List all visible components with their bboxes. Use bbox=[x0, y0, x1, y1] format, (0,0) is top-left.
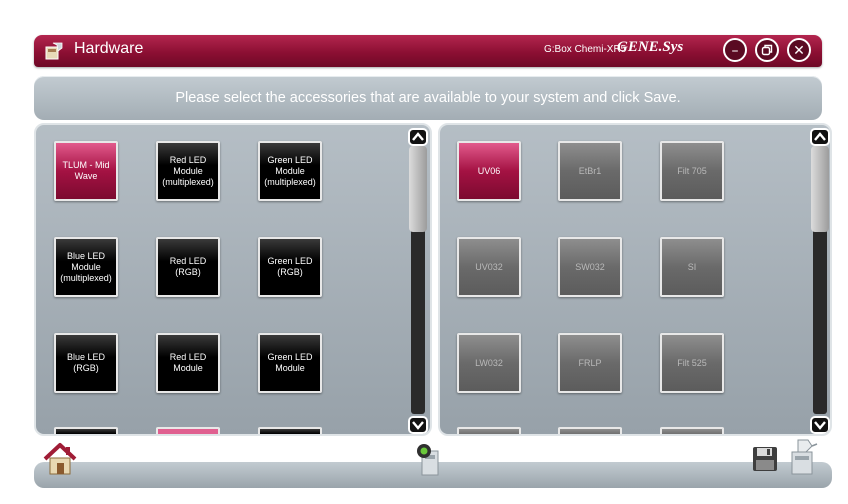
tile-frlp[interactable]: FRLP bbox=[558, 333, 622, 393]
tile-sw032[interactable]: SW032 bbox=[558, 237, 622, 297]
scroll-thumb[interactable] bbox=[409, 146, 427, 232]
tile-filt-525[interactable]: Filt 525 bbox=[660, 333, 724, 393]
close-icon: ✕ bbox=[793, 43, 805, 59]
window-title: Hardware bbox=[74, 40, 144, 57]
tile-lw032[interactable]: LW032 bbox=[457, 333, 521, 393]
tile-red-led-module-multiplexed[interactable]: Red LED Module (multiplexed) bbox=[156, 141, 220, 201]
right-scrollbar[interactable] bbox=[810, 128, 830, 434]
minimize-button[interactable]: – bbox=[723, 38, 747, 62]
exit-icon[interactable] bbox=[786, 438, 818, 476]
tile-green-led-module[interactable]: Green LED Module bbox=[258, 333, 322, 393]
save-disk-icon[interactable] bbox=[752, 446, 778, 472]
tile-partial[interactable] bbox=[558, 427, 622, 434]
chevron-up-icon bbox=[412, 132, 424, 141]
brand-logo: GENE.Sys bbox=[617, 39, 684, 55]
title-bar: Hardware G:Box Chemi-XR5 GENE.Sys – ✕ bbox=[34, 35, 822, 67]
chevron-down-icon bbox=[412, 421, 424, 430]
tile-partial[interactable] bbox=[156, 427, 220, 434]
instruction-bar: Please select the accessories that are a… bbox=[34, 76, 822, 120]
filter-panel: UV06 EtBr1 Filt 705 UV032 SW032 SI LW032… bbox=[438, 123, 832, 436]
tile-uv032[interactable]: UV032 bbox=[457, 237, 521, 297]
tile-tlum-mid-wave[interactable]: TLUM - Mid Wave bbox=[54, 141, 118, 201]
restore-icon bbox=[761, 44, 773, 56]
tile-red-led-module[interactable]: Red LED Module bbox=[156, 333, 220, 393]
chevron-up-icon bbox=[814, 132, 826, 141]
scroll-down-button[interactable] bbox=[408, 416, 428, 434]
close-button[interactable]: ✕ bbox=[787, 38, 811, 62]
tile-blue-led-module-multiplexed[interactable]: Blue LED Module (multiplexed) bbox=[54, 237, 118, 297]
tile-partial[interactable] bbox=[54, 427, 118, 434]
hardware-icon bbox=[45, 42, 63, 60]
scroll-down-button[interactable] bbox=[810, 416, 830, 434]
chevron-down-icon bbox=[814, 421, 826, 430]
tile-partial[interactable] bbox=[258, 427, 322, 434]
device-name: G:Box Chemi-XR5 bbox=[544, 44, 627, 55]
instruction-text: Please select the accessories that are a… bbox=[175, 90, 681, 106]
tile-red-led-rgb[interactable]: Red LED (RGB) bbox=[156, 237, 220, 297]
tile-partial[interactable] bbox=[457, 427, 521, 434]
tile-blue-led-rgb[interactable]: Blue LED (RGB) bbox=[54, 333, 118, 393]
tile-partial[interactable] bbox=[660, 427, 724, 434]
scroll-up-button[interactable] bbox=[810, 128, 830, 146]
tile-etbr1[interactable]: EtBr1 bbox=[558, 141, 622, 201]
minimize-icon: – bbox=[731, 43, 739, 59]
tile-si[interactable]: SI bbox=[660, 237, 724, 297]
tile-green-led-rgb[interactable]: Green LED (RGB) bbox=[258, 237, 322, 297]
scroll-thumb[interactable] bbox=[811, 146, 829, 232]
left-scrollbar[interactable] bbox=[408, 128, 428, 434]
restore-button[interactable] bbox=[755, 38, 779, 62]
scroll-up-button[interactable] bbox=[408, 128, 428, 146]
device-status-icon[interactable] bbox=[414, 443, 444, 477]
home-icon[interactable] bbox=[42, 442, 78, 476]
light-source-panel: TLUM - Mid Wave Red LED Module (multiple… bbox=[34, 123, 432, 436]
tile-uv06[interactable]: UV06 bbox=[457, 141, 521, 201]
tile-filt-705[interactable]: Filt 705 bbox=[660, 141, 724, 201]
tile-green-led-module-multiplexed[interactable]: Green LED Module (multiplexed) bbox=[258, 141, 322, 201]
